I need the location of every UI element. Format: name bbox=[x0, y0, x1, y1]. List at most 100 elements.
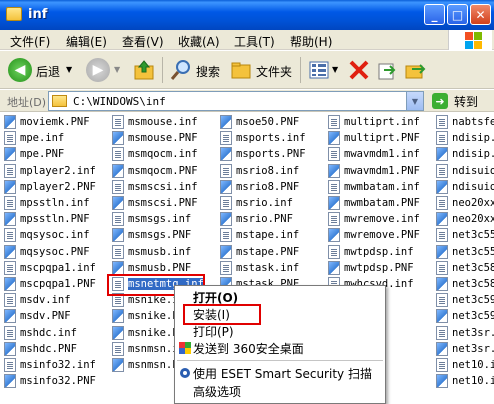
file-item[interactable]: mwremove.inf bbox=[328, 211, 420, 227]
file-item[interactable]: mscpqpa1.PNF bbox=[4, 276, 96, 292]
file-item[interactable]: mshdc.PNF bbox=[4, 341, 77, 357]
file-item[interactable]: net3c58 bbox=[436, 276, 494, 292]
file-item[interactable]: msinfo32.inf bbox=[4, 357, 96, 373]
minimize-button[interactable]: _ bbox=[424, 4, 445, 25]
file-item[interactable]: mwtpdsp.PNF bbox=[328, 260, 414, 276]
file-item[interactable]: msmscsi.inf bbox=[112, 179, 198, 195]
file-item[interactable]: msmouse.inf bbox=[112, 114, 198, 130]
file-item[interactable]: mstask.inf bbox=[220, 260, 299, 276]
address-path[interactable]: C:\WINDOWS\inf bbox=[73, 95, 166, 108]
menu-favorites[interactable]: 收藏(A) bbox=[178, 33, 220, 50]
file-item[interactable]: net3c55 bbox=[436, 227, 494, 243]
menu-tools[interactable]: 工具(T) bbox=[234, 33, 275, 50]
file-item[interactable]: msmouse.PNF bbox=[112, 130, 198, 146]
copy-to-icon[interactable] bbox=[404, 59, 426, 81]
forward-dropdown-icon[interactable]: ▼ bbox=[114, 65, 120, 74]
file-item[interactable]: net3c55 bbox=[436, 244, 494, 260]
back-arrow-icon[interactable]: ◀ bbox=[8, 58, 32, 82]
file-item[interactable]: mpsstln.PNF bbox=[4, 211, 90, 227]
file-item[interactable]: msmusb.inf bbox=[112, 244, 191, 260]
menu-open[interactable]: 打开(O) bbox=[175, 289, 385, 305]
file-item[interactable]: net3c59 bbox=[436, 308, 494, 324]
file-item[interactable]: ndisip. bbox=[436, 146, 494, 162]
file-item[interactable]: mwavmdm1.inf bbox=[328, 146, 420, 162]
menu-advanced-options[interactable]: 高级选项 bbox=[175, 383, 385, 399]
up-folder-icon[interactable] bbox=[133, 59, 155, 81]
file-item[interactable]: neo20xx bbox=[436, 211, 494, 227]
file-item[interactable]: mwmbatam.inf bbox=[328, 179, 420, 195]
file-item[interactable]: mstape.inf bbox=[220, 227, 299, 243]
move-to-icon[interactable] bbox=[376, 59, 398, 81]
file-item[interactable]: net3sr. bbox=[436, 341, 494, 357]
file-item[interactable]: net10.i bbox=[436, 373, 494, 389]
file-item[interactable]: msmqocm.inf bbox=[112, 146, 198, 162]
file-item[interactable]: net10.i bbox=[436, 357, 494, 373]
file-item[interactable]: mstape.PNF bbox=[220, 244, 299, 260]
file-item[interactable]: msdv.PNF bbox=[4, 308, 71, 324]
file-item[interactable]: msmqocm.PNF bbox=[112, 163, 198, 179]
file-item[interactable]: mshdc.inf bbox=[4, 325, 77, 341]
forward-arrow-icon[interactable]: ▶ bbox=[86, 58, 110, 82]
file-item[interactable]: neo20xx bbox=[436, 195, 494, 211]
menu-help[interactable]: 帮助(H) bbox=[290, 33, 332, 50]
menu-view[interactable]: 查看(V) bbox=[122, 33, 164, 50]
address-input[interactable]: C:\WINDOWS\inf ▼ bbox=[48, 91, 424, 111]
file-item[interactable]: moviemk.PNF bbox=[4, 114, 90, 130]
file-item[interactable]: msoe50.PNF bbox=[220, 114, 299, 130]
file-item[interactable]: msinfo32.PNF bbox=[4, 373, 96, 389]
file-item[interactable]: mscpqpa1.inf bbox=[4, 260, 96, 276]
delete-icon[interactable] bbox=[348, 59, 370, 81]
folders-label[interactable]: 文件夹 bbox=[256, 63, 292, 80]
title-bar[interactable]: inf _ □ ✕ bbox=[0, 0, 494, 30]
search-icon[interactable] bbox=[170, 59, 192, 81]
file-item[interactable]: msrio.inf bbox=[220, 195, 293, 211]
pnf-file-icon bbox=[436, 212, 448, 227]
file-item[interactable]: msdv.inf bbox=[4, 292, 71, 308]
views-icon[interactable] bbox=[308, 59, 330, 81]
file-item[interactable]: mwmbatam.PNF bbox=[328, 195, 420, 211]
file-item[interactable]: nabtsfec bbox=[436, 114, 494, 130]
menu-edit[interactable]: 编辑(E) bbox=[66, 33, 107, 50]
file-item[interactable]: ndisuio bbox=[436, 163, 494, 179]
file-item[interactable]: msmsgs.PNF bbox=[112, 227, 191, 243]
file-item[interactable]: msports.PNF bbox=[220, 146, 306, 162]
file-item[interactable]: msmscsi.PNF bbox=[112, 195, 198, 211]
file-item[interactable]: ndisuio bbox=[436, 179, 494, 195]
file-item[interactable]: mpsstln.inf bbox=[4, 195, 90, 211]
file-item[interactable]: net3c59 bbox=[436, 292, 494, 308]
file-item[interactable]: mpe.PNF bbox=[4, 146, 64, 162]
file-item[interactable]: multiprt.inf bbox=[328, 114, 420, 130]
menu-send-360[interactable]: 发送到 360安全桌面 bbox=[175, 340, 385, 356]
folders-icon[interactable] bbox=[230, 59, 252, 81]
file-item[interactable]: mplayer2.inf bbox=[4, 163, 96, 179]
file-item[interactable]: msports.inf bbox=[220, 130, 306, 146]
menu-file[interactable]: 文件(F) bbox=[10, 33, 50, 50]
back-label[interactable]: 后退 bbox=[36, 63, 60, 80]
file-item[interactable]: mpe.inf bbox=[4, 130, 64, 146]
address-bar: 地址(D) C:\WINDOWS\inf ▼ ➜ 转到 bbox=[0, 90, 494, 112]
go-button[interactable]: ➜ 转到 bbox=[432, 92, 478, 110]
file-item[interactable]: net3sr. bbox=[436, 325, 494, 341]
maximize-button[interactable]: □ bbox=[447, 4, 468, 25]
menu-print[interactable]: 打印(P) bbox=[175, 323, 385, 339]
file-item[interactable]: msmsgs.inf bbox=[112, 211, 191, 227]
file-item[interactable]: mwremove.PNF bbox=[328, 227, 420, 243]
file-item[interactable]: msrio8.inf bbox=[220, 163, 299, 179]
file-name: nabtsfec bbox=[452, 116, 494, 128]
file-item[interactable]: multiprt.PNF bbox=[328, 130, 420, 146]
file-item[interactable]: mqsysoc.inf bbox=[4, 227, 90, 243]
file-item[interactable]: net3c58 bbox=[436, 260, 494, 276]
file-item[interactable]: mqsysoc.PNF bbox=[4, 244, 90, 260]
file-item[interactable]: mwavmdm1.PNF bbox=[328, 163, 420, 179]
close-button[interactable]: ✕ bbox=[470, 4, 491, 25]
file-item[interactable]: msrio.PNF bbox=[220, 211, 293, 227]
views-dropdown-icon[interactable]: ▼ bbox=[332, 65, 338, 74]
file-item[interactable]: mplayer2.PNF bbox=[4, 179, 96, 195]
menu-eset-scan[interactable]: 使用 ESET Smart Security 扫描 bbox=[175, 365, 385, 381]
address-dropdown-icon[interactable]: ▼ bbox=[406, 92, 423, 110]
search-label[interactable]: 搜索 bbox=[196, 63, 220, 80]
file-item[interactable]: ndisip. bbox=[436, 130, 494, 146]
file-item[interactable]: mwtpdsp.inf bbox=[328, 244, 414, 260]
back-dropdown-icon[interactable]: ▼ bbox=[66, 65, 72, 74]
file-item[interactable]: msrio8.PNF bbox=[220, 179, 299, 195]
